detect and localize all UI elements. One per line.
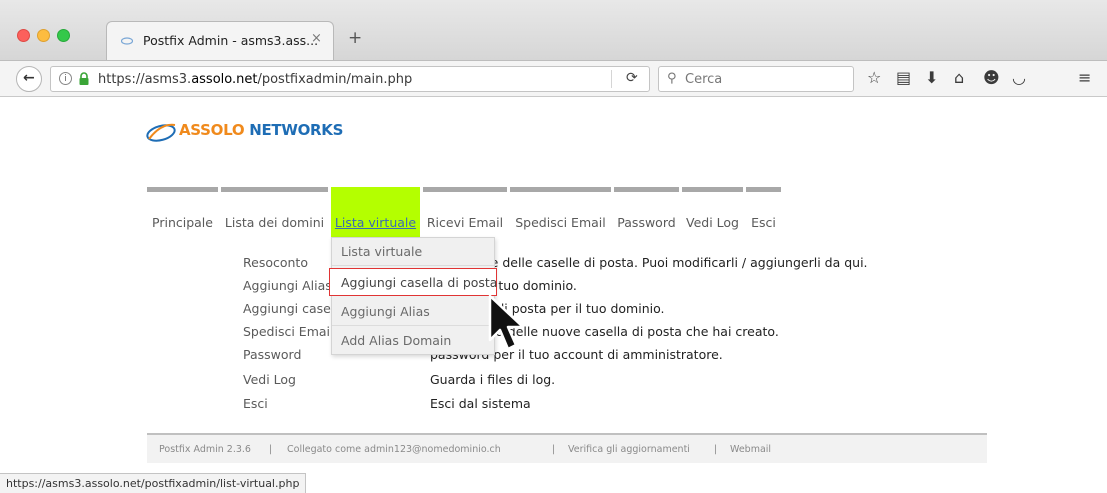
footer-separator: | (552, 444, 556, 455)
reload-icon[interactable]: ⟳ (626, 70, 638, 86)
bookmarks-library-icon[interactable]: ▤ (896, 70, 911, 86)
new-tab-button[interactable]: + (348, 28, 362, 48)
menu-item-label: Esci (751, 215, 776, 230)
dropdown-item-label: Add Alias Domain (341, 333, 452, 348)
close-window-button[interactable] (17, 29, 30, 42)
dropdown-item-label: Lista virtuale (341, 244, 423, 259)
back-arrow-icon: ← (23, 70, 35, 86)
overview-link-vedi-log[interactable]: Vedi Log (243, 372, 296, 387)
overview-desc: Esci dal sistema (430, 396, 531, 411)
footer-check-updates-link[interactable]: Verifica gli aggiornamenti (568, 444, 690, 455)
logo-swoosh-icon (146, 123, 176, 142)
search-placeholder: Cerca (685, 72, 723, 87)
dropdown-item-add-alias-domain[interactable]: Add Alias Domain (332, 327, 494, 355)
pocket-icon[interactable]: ◡ (1012, 70, 1026, 86)
menu-item-esci[interactable]: Esci (746, 187, 781, 249)
browser-tab[interactable]: Postfix Admin - asms3.ass... × (106, 21, 334, 61)
page-footer: Postfix Admin 2.3.6 | Collegato come adm… (147, 433, 987, 463)
mouse-cursor-icon (488, 294, 525, 351)
menu-item-label: Password (617, 215, 676, 230)
url-suffix: /postfixadmin/main.php (257, 72, 413, 87)
dropdown-item-lista-virtuale[interactable]: Lista virtuale (332, 238, 494, 266)
menu-item-label: Vedi Log (686, 215, 739, 230)
lista-virtuale-dropdown: Lista virtuale Aggiungi casella di posta… (329, 237, 497, 355)
minimize-window-button[interactable] (37, 29, 50, 42)
footer-version: Postfix Admin 2.3.6 (159, 444, 251, 455)
tab-title: Postfix Admin - asms3.ass... (143, 33, 319, 48)
logo-text-assolo: ASSOLO (179, 121, 245, 139)
overview-link-aggiungi-casella[interactable]: Aggiungi casel (243, 301, 334, 316)
logo-text-networks: NETWORKS (244, 121, 344, 139)
footer-logged-in: Collegato come admin123@nomedominio.ch (287, 444, 501, 455)
home-icon[interactable]: ⌂ (954, 70, 964, 86)
menu-item-vedi-log[interactable]: Vedi Log (682, 187, 743, 249)
menu-item-label: Spedisci Email (515, 215, 606, 230)
menu-item-spedisci-email[interactable]: Spedisci Email (510, 187, 611, 249)
overview-link-password[interactable]: Password (243, 347, 301, 362)
title-bar: Postfix Admin - asms3.ass... × + (0, 0, 1107, 61)
overview-link-spedisci-email[interactable]: Spedisci Email (243, 324, 333, 339)
menu-item-label: Lista virtuale (334, 215, 417, 230)
footer-separator: | (714, 444, 718, 455)
menu-item-label: Ricevi Email (426, 215, 504, 230)
downloads-icon[interactable]: ⬇ (925, 70, 938, 86)
dropdown-item-label: Aggiungi Alias (341, 304, 430, 319)
bookmark-star-icon[interactable]: ☆ (867, 70, 881, 86)
url-separator (611, 70, 612, 88)
footer-webmail-link[interactable]: Webmail (730, 444, 771, 455)
back-button[interactable]: ← (16, 66, 42, 92)
search-icon: ⚲ (667, 71, 677, 86)
menu-item-principale[interactable]: Principale (147, 187, 218, 249)
tab-close-icon[interactable]: × (311, 31, 322, 46)
overview-link-aggiungi-alias[interactable]: Aggiungi Alias (243, 278, 332, 293)
search-bar[interactable]: ⚲ Cerca (658, 66, 854, 92)
address-bar[interactable]: i https://asms3.assolo.net/postfixadmin/… (50, 66, 650, 92)
menu-item-label: Lista dei domini (224, 215, 325, 230)
status-bar-url: https://asms3.assolo.net/postfixadmin/li… (0, 473, 307, 493)
smiley-icon[interactable]: ☻ (983, 70, 1000, 86)
info-icon[interactable]: i (59, 72, 72, 85)
lock-icon (79, 72, 89, 85)
overview-link-resoconto[interactable]: Resoconto (243, 255, 308, 270)
url-text: https://asms3.assolo.net/postfixadmin/ma… (98, 72, 412, 87)
company-logo: ASSOLO NETWORKS (145, 116, 365, 148)
navigation-bar: ← i https://asms3.assolo.net/postfixadmi… (0, 60, 1107, 97)
favicon-icon (121, 37, 133, 45)
dropdown-item-aggiungi-alias[interactable]: Aggiungi Alias (332, 298, 494, 326)
dropdown-item-label: Aggiungi casella di posta (341, 275, 498, 290)
footer-separator: | (269, 444, 273, 455)
menu-item-lista-domini[interactable]: Lista dei domini (221, 187, 328, 249)
menu-item-password[interactable]: Password (614, 187, 679, 249)
overview-desc: Guarda i files di log. (430, 372, 556, 387)
browser-window: Postfix Admin - asms3.ass... × + ← i htt… (0, 0, 1107, 493)
menu-item-label: Principale (152, 215, 213, 230)
hamburger-menu-icon[interactable]: ≡ (1078, 70, 1091, 86)
url-prefix: https://asms3. (98, 72, 192, 87)
overview-link-esci[interactable]: Esci (243, 396, 268, 411)
zoom-window-button[interactable] (57, 29, 70, 42)
dropdown-item-aggiungi-casella[interactable]: Aggiungi casella di posta (329, 268, 497, 296)
url-domain: assolo.net (191, 72, 258, 87)
logo-text: ASSOLO NETWORKS (179, 121, 343, 139)
